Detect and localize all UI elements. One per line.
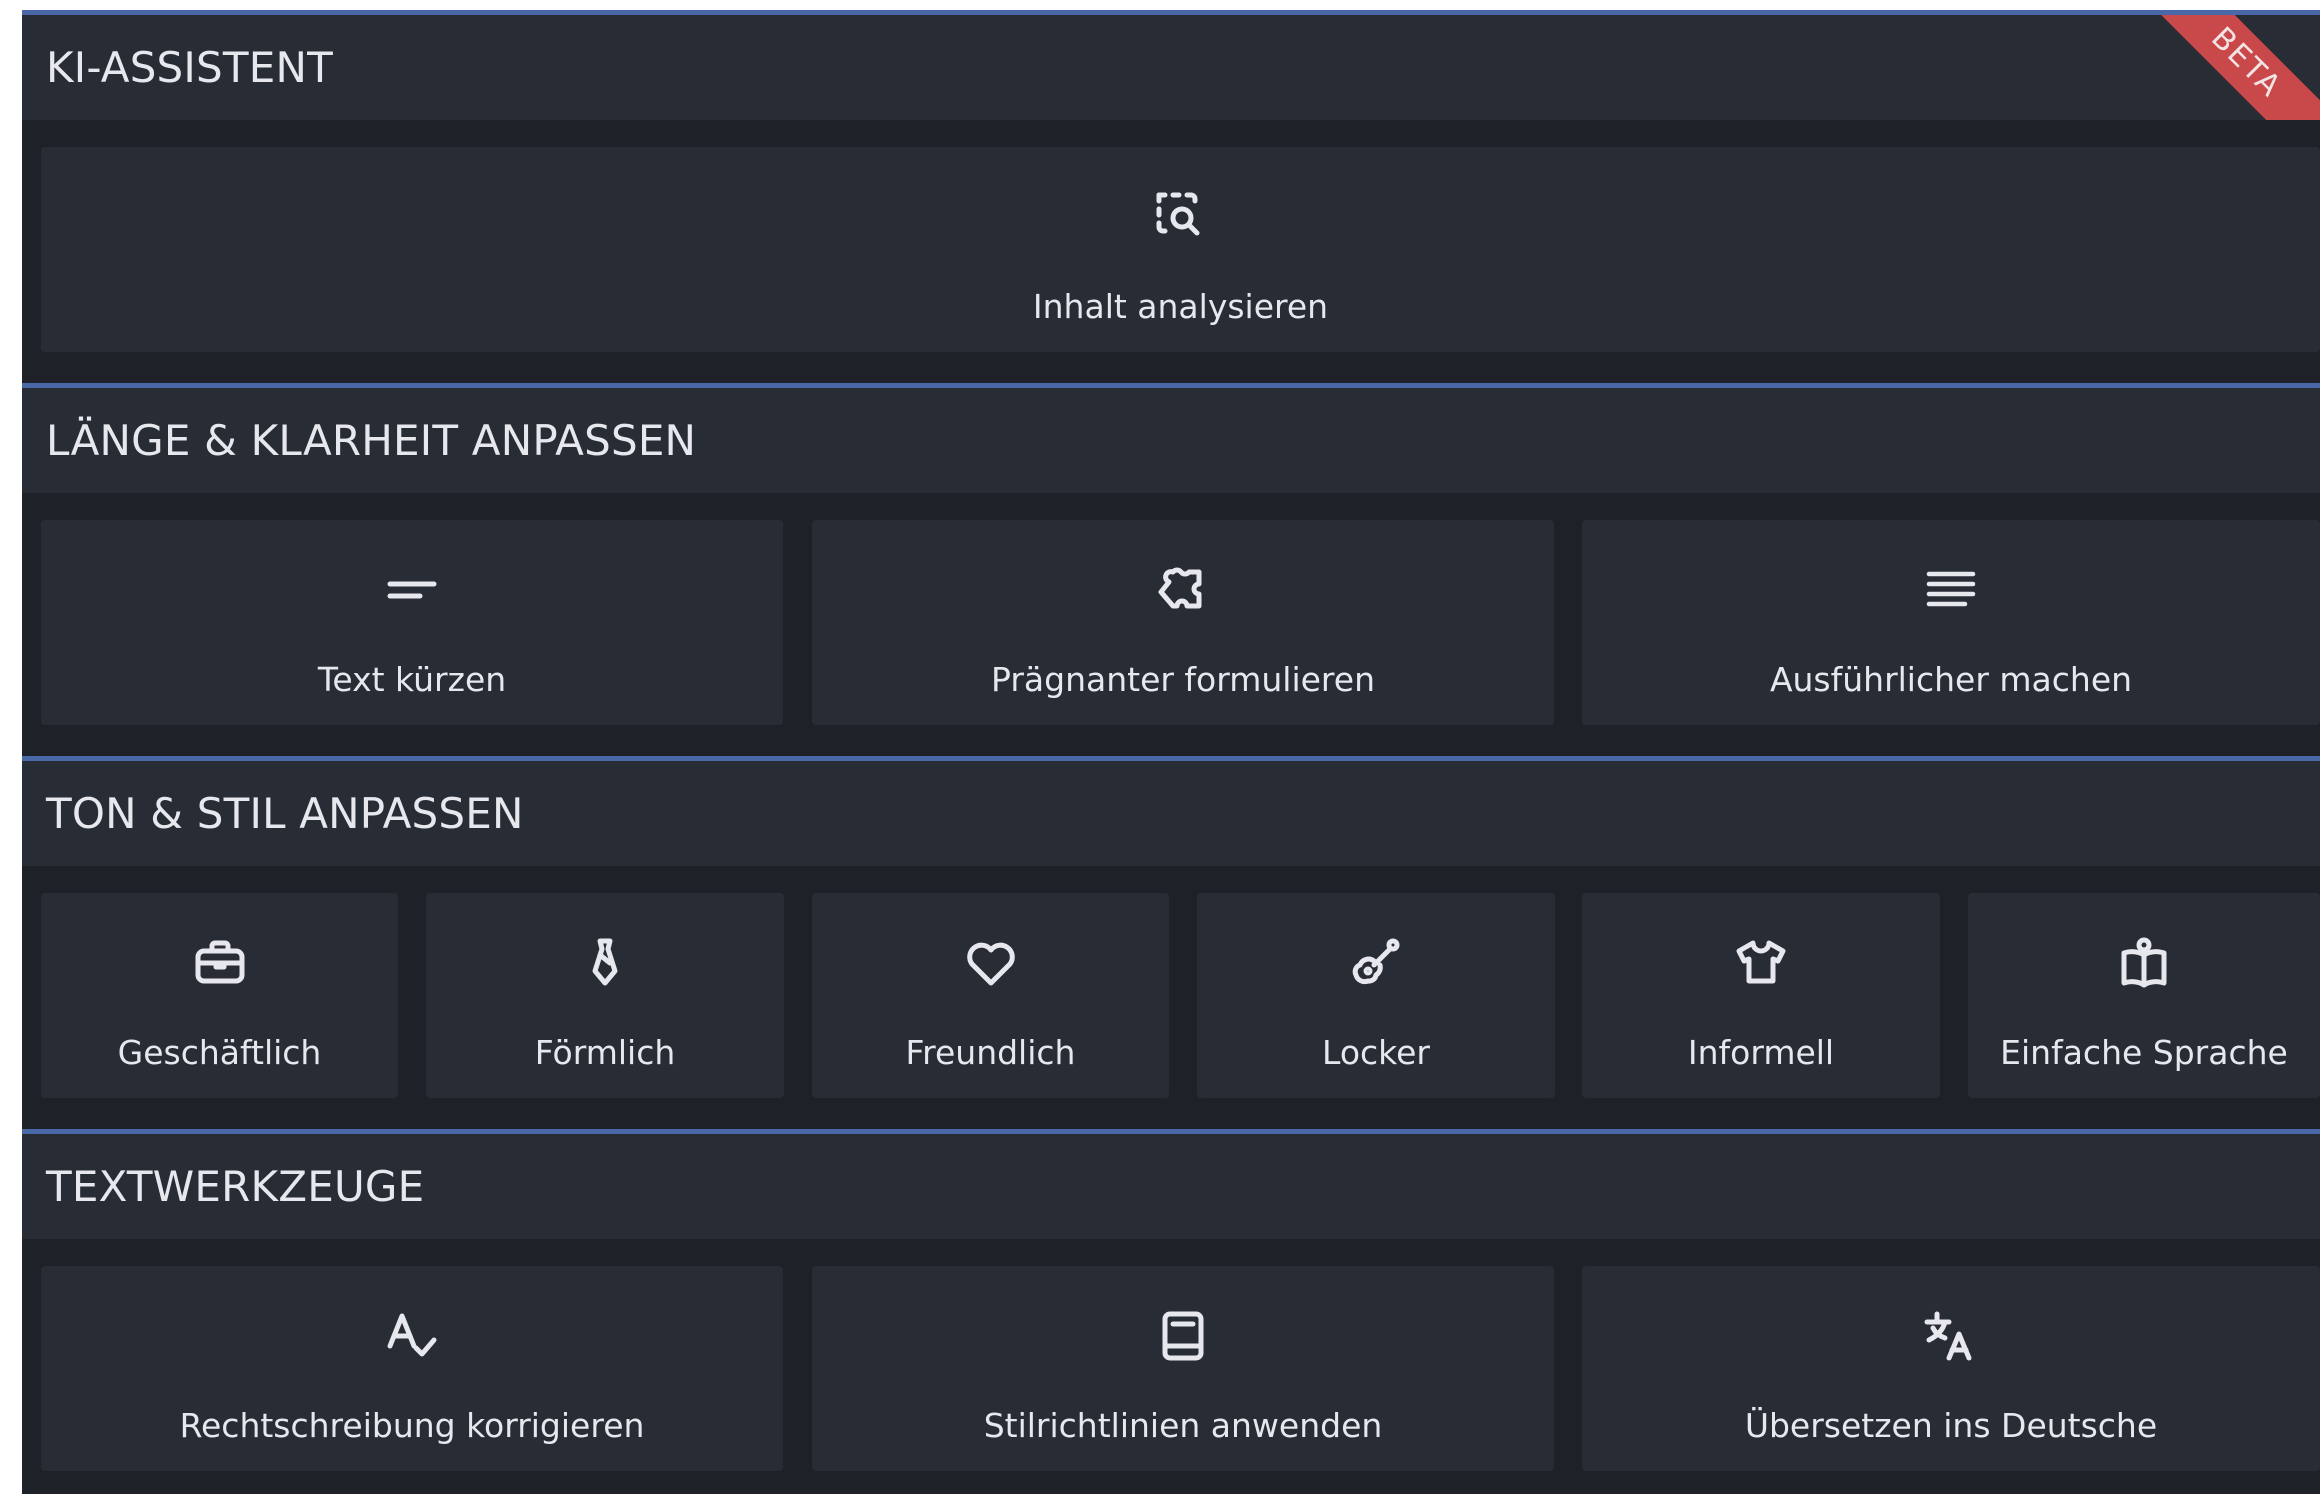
tone-informal-button[interactable]: Informell bbox=[1582, 893, 1940, 1098]
translate-german-button[interactable]: Übersetzen ins Deutsche bbox=[1582, 1266, 2320, 1471]
tile-label: Übersetzen ins Deutsche bbox=[1744, 1406, 2158, 1445]
tone-casual-button[interactable]: Locker bbox=[1197, 893, 1555, 1098]
tile-label: Ausführlicher machen bbox=[1769, 660, 2133, 699]
section-title: LÄNGE & KLARHEIT ANPASSEN bbox=[46, 416, 697, 465]
short-text-icon bbox=[382, 560, 442, 620]
tone-business-button[interactable]: Geschäftlich bbox=[41, 893, 398, 1098]
spellcheck-icon bbox=[382, 1306, 442, 1366]
puzzle-piece-icon bbox=[1153, 560, 1213, 620]
long-text-icon bbox=[1921, 560, 1981, 620]
tile-label: Förmlich bbox=[534, 1033, 676, 1072]
tone-formal-button[interactable]: Förmlich bbox=[426, 893, 784, 1098]
section-title: TEXTWERKZEUGE bbox=[46, 1162, 425, 1211]
tile-label: Prägnanter formulieren bbox=[991, 660, 1375, 699]
analyze-search-icon bbox=[1151, 187, 1211, 247]
more-concise-button[interactable]: Prägnanter formulieren bbox=[812, 520, 1554, 725]
necktie-icon bbox=[575, 933, 635, 993]
tshirt-icon bbox=[1731, 933, 1791, 993]
section-tone-style: TON & STIL ANPASSEN Geschäftlich Förmlic… bbox=[22, 756, 2320, 1128]
spellcheck-button[interactable]: Rechtschreibung korrigieren bbox=[41, 1266, 783, 1471]
ai-assistant-panel: KI-ASSISTENT BETA Inhalt analysieren LÄN… bbox=[22, 10, 2320, 1494]
briefcase-icon bbox=[190, 933, 250, 993]
shorten-text-button[interactable]: Text kürzen bbox=[41, 520, 783, 725]
guitar-icon bbox=[1346, 933, 1406, 993]
tile-label: Text kürzen bbox=[317, 660, 507, 699]
tile-label: Stilrichtlinien anwenden bbox=[983, 1406, 1383, 1445]
heart-icon bbox=[961, 933, 1021, 993]
section-header bbox=[22, 15, 2320, 120]
section-text-tools: TEXTWERKZEUGE Rechtschreibung korrigiere… bbox=[22, 1129, 2320, 1494]
tone-friendly-button[interactable]: Freundlich bbox=[812, 893, 1169, 1098]
tile-label: Einfache Sprache bbox=[2000, 1033, 2288, 1072]
tile-label: Rechtschreibung korrigieren bbox=[179, 1406, 645, 1445]
style-guide-button[interactable]: Stilrichtlinien anwenden bbox=[812, 1266, 1554, 1471]
section-length-clarity: LÄNGE & KLARHEIT ANPASSEN Text kürzen Pr… bbox=[22, 383, 2320, 755]
section-title: KI-ASSISTENT bbox=[46, 43, 333, 92]
section-title: TON & STIL ANPASSEN bbox=[46, 789, 524, 838]
beta-badge: BETA bbox=[2160, 15, 2320, 120]
more-detailed-button[interactable]: Ausführlicher machen bbox=[1582, 520, 2320, 725]
tone-plain-language-button[interactable]: Einfache Sprache bbox=[1968, 893, 2320, 1098]
section-ai-assistant: KI-ASSISTENT BETA Inhalt analysieren bbox=[22, 10, 2320, 382]
tile-label: Freundlich bbox=[905, 1033, 1076, 1072]
open-book-icon bbox=[2114, 933, 2174, 993]
tile-label: Locker bbox=[1322, 1033, 1430, 1072]
tile-label: Inhalt analysieren bbox=[1032, 287, 1329, 326]
analyze-content-button[interactable]: Inhalt analysieren bbox=[41, 147, 2320, 352]
tile-label: Informell bbox=[1687, 1033, 1835, 1072]
beta-ribbon-container: BETA bbox=[2160, 15, 2320, 120]
translate-icon bbox=[1921, 1306, 1981, 1366]
style-guide-book-icon bbox=[1153, 1306, 1213, 1366]
tile-label: Geschäftlich bbox=[117, 1033, 322, 1072]
